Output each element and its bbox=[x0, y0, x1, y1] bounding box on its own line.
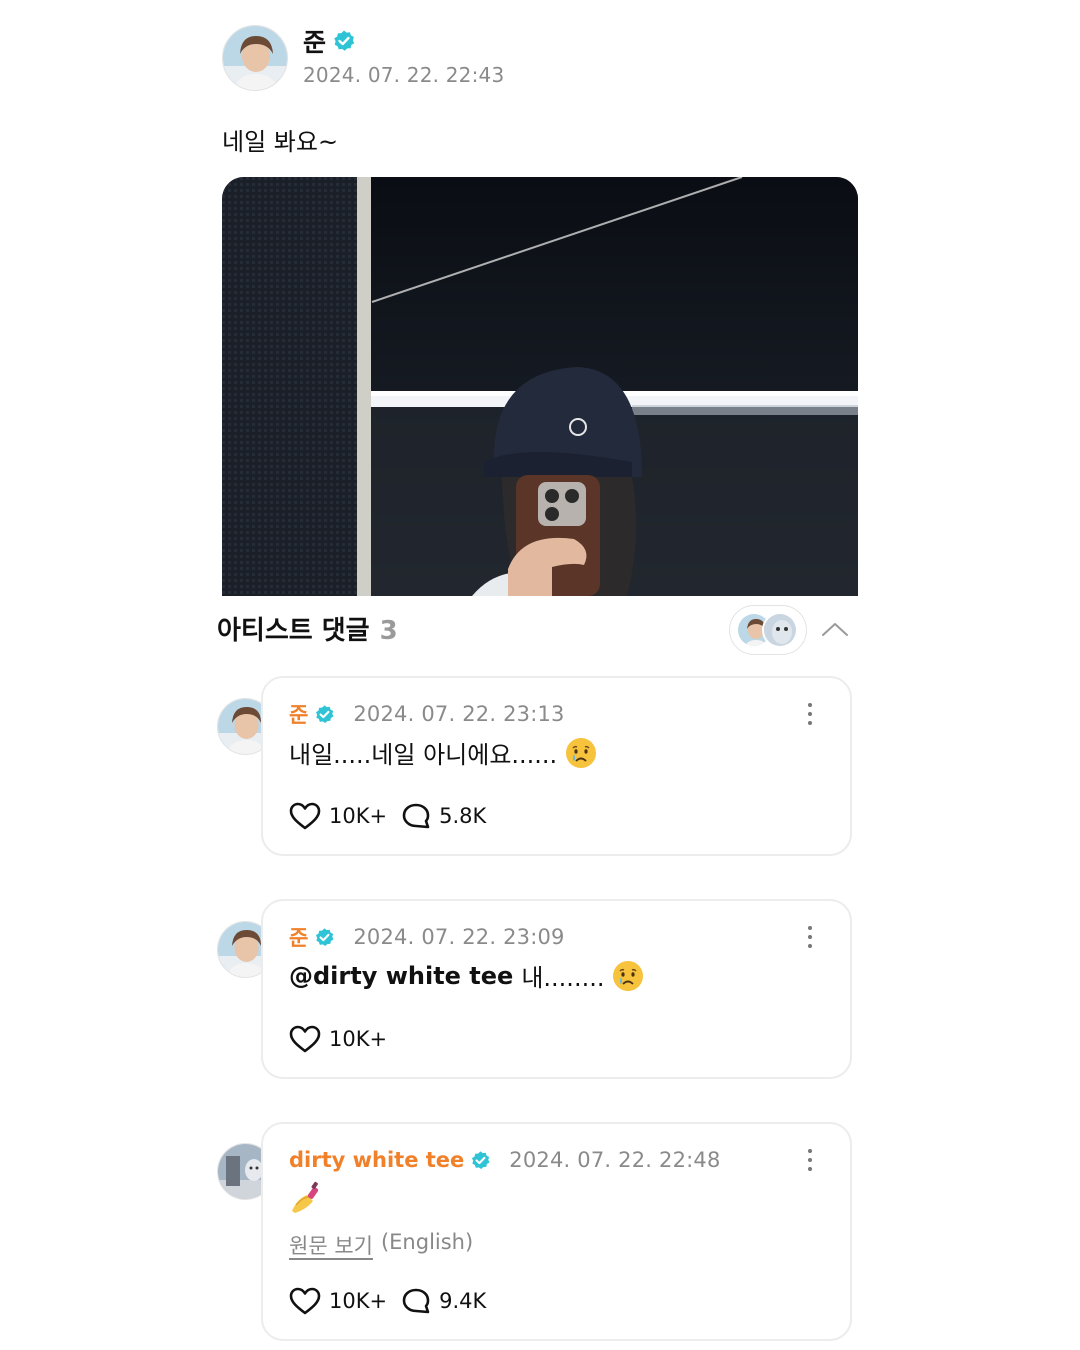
comment-text: @dirty white tee 내........ bbox=[289, 958, 644, 993]
artist-comments-header: 아티스트 댓글 3 bbox=[217, 610, 398, 647]
artist-avatar bbox=[762, 612, 798, 648]
heart-icon bbox=[289, 1287, 321, 1315]
comment-actions: 10K+ 5.8K bbox=[289, 802, 486, 830]
artist-comments-title: 아티스트 댓글 bbox=[217, 616, 370, 646]
more-options-icon[interactable] bbox=[800, 700, 820, 728]
comment-timestamp: 2024. 07. 22. 23:13 bbox=[353, 702, 565, 726]
post-body-text: 네일 봐요~ bbox=[222, 128, 339, 156]
comment-bubble-icon bbox=[402, 803, 430, 829]
like-count: 10K+ bbox=[329, 1027, 388, 1051]
post-author-avatar[interactable] bbox=[222, 25, 288, 91]
heart-icon bbox=[289, 802, 321, 830]
like-button[interactable]: 10K+ bbox=[289, 802, 387, 830]
comment-timestamp: 2024. 07. 22. 22:48 bbox=[509, 1148, 721, 1172]
like-count: 10K+ bbox=[329, 804, 388, 828]
verified-icon bbox=[470, 1150, 491, 1171]
like-button[interactable]: 10K+ bbox=[289, 1287, 387, 1315]
comment-meta: 준 2024. 07. 22. 23:09 bbox=[289, 923, 565, 951]
comment-body: 내........ bbox=[521, 964, 605, 992]
comment-actions: 10K+ 9.4K bbox=[289, 1287, 486, 1315]
original-language-label: (English) bbox=[380, 1230, 474, 1254]
reply-count: 9.4K bbox=[439, 1289, 487, 1313]
reply-button[interactable]: 9.4K bbox=[401, 1287, 486, 1315]
post-author-name[interactable]: 준 bbox=[303, 23, 326, 59]
artist-comments-count: 3 bbox=[379, 616, 398, 646]
comment-card: dirty white tee 2024. 07. 22. 22:48 원문 보… bbox=[261, 1122, 852, 1341]
comment-author-name[interactable]: 준 bbox=[289, 922, 308, 952]
collapse-chevron-up-icon[interactable] bbox=[818, 614, 852, 644]
verified-icon bbox=[314, 704, 335, 725]
mention-link[interactable]: @dirty white tee bbox=[289, 962, 513, 990]
crying-face-emoji-icon bbox=[612, 960, 644, 992]
more-options-icon[interactable] bbox=[800, 923, 820, 951]
comment-text bbox=[289, 1181, 321, 1213]
comment-timestamp: 2024. 07. 22. 23:09 bbox=[353, 925, 565, 949]
comment-author-name[interactable]: 준 bbox=[289, 699, 308, 729]
comment-author-name[interactable]: dirty white tee bbox=[289, 1148, 464, 1172]
comment-card: 준 2024. 07. 22. 23:09 @dirty white tee 내… bbox=[261, 899, 852, 1079]
comment-actions: 10K+ bbox=[289, 1025, 387, 1053]
comment-card: 준 2024. 07. 22. 23:13 내일.....네일 아니에요....… bbox=[261, 676, 852, 856]
post-timestamp: 2024. 07. 22. 22:43 bbox=[303, 63, 505, 87]
comment-bubble-icon bbox=[402, 1288, 430, 1314]
verified-icon bbox=[314, 927, 335, 948]
artist-avatar-stack[interactable] bbox=[729, 605, 807, 655]
like-count: 10K+ bbox=[329, 1289, 388, 1313]
verified-icon bbox=[332, 29, 356, 53]
post-author: 준 bbox=[303, 24, 356, 58]
post-detail-page: 준 2024. 07. 22. 22:43 네일 봐요~ 아티스트 댓글 3 준… bbox=[0, 0, 1080, 1350]
heart-icon bbox=[289, 1025, 321, 1053]
crying-face-emoji-icon bbox=[565, 737, 597, 769]
comment-meta: dirty white tee 2024. 07. 22. 22:48 bbox=[289, 1146, 721, 1174]
comment-meta: 준 2024. 07. 22. 23:13 bbox=[289, 700, 565, 728]
reply-button[interactable]: 5.8K bbox=[401, 802, 486, 830]
post-photo[interactable] bbox=[222, 177, 858, 596]
translate-row: 원문 보기 (English) bbox=[289, 1230, 473, 1260]
nail-polish-emoji-icon bbox=[289, 1181, 321, 1213]
view-original-link[interactable]: 원문 보기 bbox=[289, 1230, 373, 1260]
more-options-icon[interactable] bbox=[800, 1146, 820, 1174]
reply-count: 5.8K bbox=[439, 804, 487, 828]
comment-text: 내일.....네일 아니에요...... bbox=[289, 735, 597, 770]
like-button[interactable]: 10K+ bbox=[289, 1025, 387, 1053]
comment-body: 내일.....네일 아니에요...... bbox=[289, 741, 558, 769]
